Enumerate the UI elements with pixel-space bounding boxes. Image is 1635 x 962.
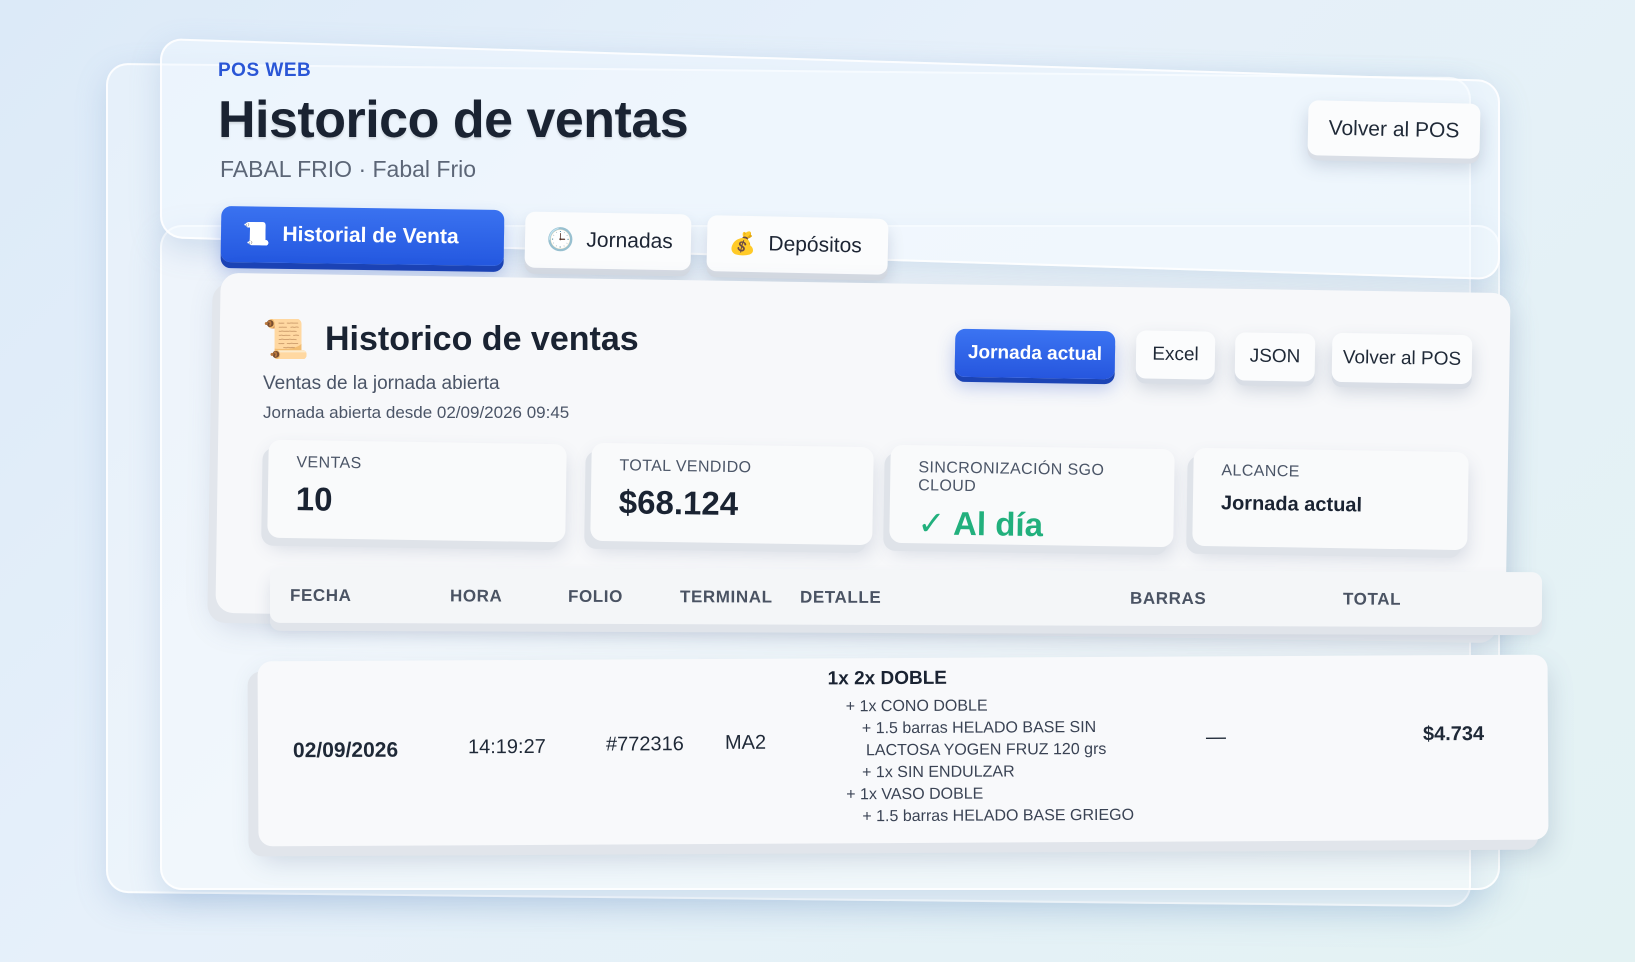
row-total: $4.734 <box>1422 722 1485 746</box>
page-title: Historico de ventas <box>218 91 689 149</box>
stat-ventas: VENTAS 10 <box>267 439 567 543</box>
tab-label: Historial de Venta <box>282 222 459 249</box>
scroll-icon: 📜 <box>242 221 271 247</box>
row-terminal: MA2 <box>724 731 767 754</box>
stat-label: TOTAL VENDIDO <box>619 457 752 477</box>
row-detalle: 1x 2x DOBLE + 1x CONO DOBLE + 1.5 barras… <box>828 667 1159 829</box>
detalle-line: + 1.5 barras HELADO BASE GRIEGO <box>862 806 1135 826</box>
stat-total-vendido: TOTAL VENDIDO $68.124 <box>590 442 874 546</box>
detalle-line: + 1x SIN ENDULZAR <box>862 763 1015 782</box>
tab-jornadas[interactable]: 🕒 Jornadas <box>524 211 692 271</box>
table-row[interactable]: 02/09/2026 14:19:27 #772316 MA2 1x 2x DO… <box>257 654 1549 847</box>
stat-label: SINCRONIZACIÓN SGO CLOUD <box>918 459 1105 496</box>
column-header-fecha[interactable]: FECHA <box>290 586 352 606</box>
detalle-line: LACTOSA YOGEN FRUZ 120 grs <box>865 740 1107 760</box>
tab-label: Jornadas <box>586 228 673 254</box>
row-barras: — <box>1205 726 1226 749</box>
clock-icon: 🕒 <box>546 226 575 253</box>
stat-label: ALCANCE <box>1221 462 1300 481</box>
column-header-detalle[interactable]: DETALLE <box>800 588 881 608</box>
stat-value: 10 <box>295 480 333 518</box>
back-to-pos-button-secondary[interactable]: Volver al POS <box>1331 332 1473 385</box>
row-folio: #772316 <box>605 733 684 756</box>
tab-historial-de-venta[interactable]: 📜 Historial de Venta <box>220 206 505 266</box>
row-hora: 14:19:27 <box>467 735 546 759</box>
sync-status-value: ✓ Al día <box>917 504 1044 544</box>
column-header-hora[interactable]: HORA <box>450 586 503 606</box>
column-header-folio[interactable]: FOLIO <box>568 587 623 607</box>
column-header-barras[interactable]: BARRAS <box>1130 589 1206 609</box>
app-eyebrow: POS WEB <box>218 60 312 81</box>
column-header-total[interactable]: TOTAL <box>1343 590 1401 610</box>
tab-depositos[interactable]: 💰 Depósitos <box>706 215 889 275</box>
table-header: FECHA HORA FOLIO TERMINAL DETALLE BARRAS… <box>269 567 1543 628</box>
stat-value: $68.124 <box>618 483 739 523</box>
tab-label: Depósitos <box>768 232 863 258</box>
card-subtitle: Ventas de la jornada abierta <box>263 373 500 394</box>
export-json-button[interactable]: JSON <box>1234 332 1316 382</box>
store-subtitle: FABAL FRIO · Fabal Frio <box>220 156 477 182</box>
back-to-pos-button[interactable]: Volver al POS <box>1307 100 1481 159</box>
money-bag-icon: 💰 <box>728 230 757 257</box>
stat-sincronizacion: SINCRONIZACIÓN SGO CLOUD ✓ Al día <box>889 444 1175 548</box>
jornada-actual-button[interactable]: Jornada actual <box>954 328 1116 380</box>
detalle-line: + 1x VASO DOBLE <box>846 785 984 804</box>
card-title: Historico de ventas <box>325 320 639 358</box>
export-excel-button[interactable]: Excel <box>1135 330 1216 380</box>
stat-value: Jornada actual <box>1220 492 1363 517</box>
scroll-icon: 📜 <box>262 319 310 361</box>
jornada-info: Jornada abierta desde 02/09/2026 09:45 <box>263 403 570 422</box>
stat-alcance: ALCANCE Jornada actual <box>1192 447 1469 551</box>
column-header-terminal[interactable]: TERMINAL <box>680 587 773 607</box>
detalle-line: + 1.5 barras HELADO BASE SIN <box>861 718 1097 738</box>
detalle-main-item: 1x 2x DOBLE <box>827 667 948 690</box>
stat-label: VENTAS <box>296 454 362 473</box>
detalle-line: + 1x CONO DOBLE <box>845 697 988 716</box>
row-fecha: 02/09/2026 <box>292 738 399 763</box>
